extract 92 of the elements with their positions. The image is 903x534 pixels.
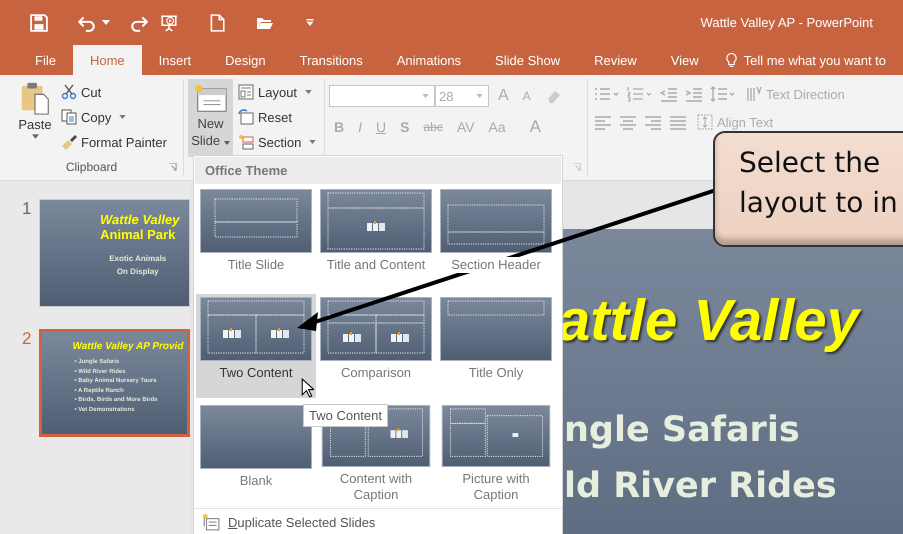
copy-button[interactable]: Copy (58, 106, 170, 128)
font-format-button[interactable]: U (371, 119, 392, 135)
copy-icon (61, 109, 77, 125)
window-title: Wattle Valley AP - PowerPoint (700, 15, 873, 30)
align-text-button[interactable]: Align Text (694, 111, 776, 133)
scissors-icon (61, 84, 77, 100)
layout-option[interactable]: Comparison (316, 294, 436, 398)
tooltip: Two Content (303, 404, 388, 427)
caret-icon (119, 115, 126, 119)
layout-option[interactable]: Title Slide (196, 186, 316, 290)
slide-title: Wattle Valley (100, 212, 180, 227)
ribbon-tab[interactable]: Review (577, 45, 654, 75)
caret-icon (224, 141, 230, 145)
slide-title: attle Valley (558, 287, 859, 354)
bullet-text: ngle Safaris (564, 409, 800, 452)
line-spacing-icon[interactable] (710, 86, 736, 102)
ribbon-tab[interactable]: Slide Show (478, 45, 578, 75)
shrink-font-button[interactable]: A (518, 89, 536, 103)
font-format-button[interactable]: abc (418, 120, 448, 134)
font-format-button[interactable]: B (329, 119, 350, 135)
font-format-button[interactable]: S (395, 119, 414, 135)
cut-button[interactable]: Cut (58, 81, 170, 103)
gallery-heading: Office Theme (195, 157, 561, 184)
ribbon-tab[interactable]: Transitions (282, 45, 380, 75)
reset-icon (238, 109, 254, 125)
slide-thumbnail[interactable]: Wattle Valley Animal Park Exotic Animals On Display (39, 199, 190, 307)
text-direction-button[interactable]: Text Direction (743, 83, 848, 105)
font-format-button[interactable]: A (524, 117, 546, 137)
slide-number: 2 (22, 329, 32, 350)
ribbon-tab[interactable]: Insert (142, 45, 208, 75)
numbering-icon[interactable] (627, 86, 653, 102)
new-slide-button[interactable]: New Slide (188, 79, 233, 157)
caret-icon (32, 134, 38, 139)
align-right-icon[interactable] (644, 114, 662, 130)
layout-option[interactable]: Title and Content (316, 186, 436, 290)
caret-icon[interactable] (422, 94, 429, 98)
caret-icon[interactable] (476, 94, 483, 98)
paste-button[interactable]: Paste (12, 79, 58, 158)
duplicate-slides-icon (202, 513, 220, 531)
eraser-icon[interactable] (546, 88, 562, 104)
layout-option[interactable]: Two Content (196, 294, 316, 398)
layout-icon (238, 84, 254, 100)
layout-option[interactable]: Section Header (436, 186, 556, 290)
caret-icon (309, 140, 316, 144)
format-painter-button[interactable]: Format Painter (58, 131, 170, 153)
caret-icon (305, 90, 312, 94)
bullets-icon[interactable] (594, 86, 620, 102)
dialog-launcher-icon[interactable] (573, 163, 581, 171)
layout-button[interactable]: Layout (235, 81, 320, 103)
font-size-field[interactable]: 28 (435, 85, 489, 107)
lightbulb-icon (726, 52, 737, 68)
mouse-cursor-icon (301, 378, 314, 398)
font-format-button[interactable]: I (353, 119, 368, 135)
slide-subtitle: Exotic Animals (109, 253, 166, 265)
ribbon-tab[interactable]: File (18, 45, 73, 75)
justify-icon[interactable] (669, 114, 687, 130)
duplicate-slides-item[interactable]: Duplicate Selected Slides (228, 514, 376, 530)
decrease-indent-icon[interactable] (660, 86, 678, 102)
ribbon-tab[interactable]: Design (208, 45, 283, 75)
save-icon[interactable] (30, 14, 48, 32)
text-direction-icon (746, 86, 762, 102)
reset-button[interactable]: Reset (235, 106, 320, 128)
font-format-button[interactable]: AV (452, 119, 480, 135)
font-name-field[interactable] (329, 85, 435, 107)
section-icon (238, 134, 254, 150)
section-button[interactable]: Section (235, 131, 320, 153)
ribbon-tab[interactable]: Animations (380, 45, 478, 75)
ribbon-tab[interactable]: Home (72, 45, 142, 75)
presentation-icon[interactable] (160, 14, 178, 32)
layout-option[interactable]: Title Only (436, 294, 556, 398)
slide-number: 1 (22, 199, 32, 220)
customize-caret-icon[interactable] (306, 19, 314, 26)
align-center-icon[interactable] (619, 114, 637, 130)
bullet-text: ld River Rides (564, 465, 837, 508)
ribbon-tab[interactable]: View (654, 45, 716, 75)
caret-icon[interactable] (102, 19, 110, 26)
slide-subtitle: On Display (116, 266, 159, 278)
align-text-icon (697, 114, 713, 130)
dialog-launcher-icon[interactable] (169, 163, 177, 171)
layout-option[interactable]: Picture with Caption (436, 402, 556, 506)
grow-font-button[interactable]: A (493, 87, 514, 105)
slide-title: Wattle Valley AP Provid (72, 341, 184, 352)
callout-text: layout to in (739, 185, 898, 221)
tell-me-field[interactable]: Tell me what you want to (744, 52, 886, 68)
slide-title: Animal Park (100, 227, 176, 242)
align-left-icon[interactable] (594, 114, 612, 130)
font-format-button[interactable]: Aa (483, 119, 511, 135)
callout-text: Select the (739, 145, 880, 181)
paintbrush-icon (61, 134, 77, 150)
group-label: Clipboard (66, 160, 118, 174)
new-file-icon[interactable] (208, 14, 226, 32)
increase-indent-icon[interactable] (685, 86, 703, 102)
